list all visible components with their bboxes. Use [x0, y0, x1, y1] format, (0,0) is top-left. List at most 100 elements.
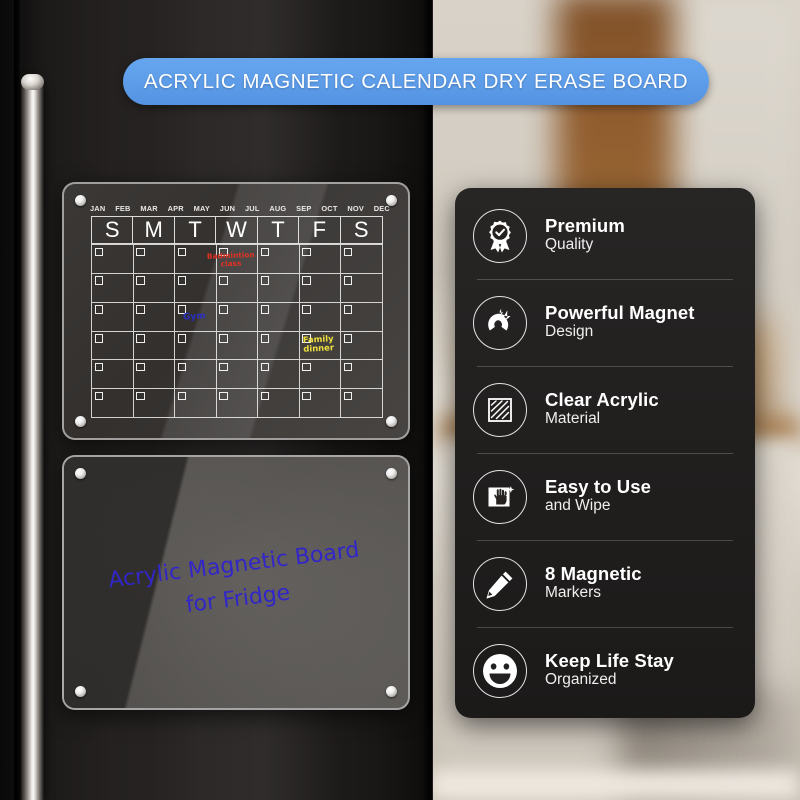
magnet-icon	[473, 295, 527, 350]
calendar-date-cell[interactable]	[133, 273, 176, 303]
feature-title: 8 Magnetic	[545, 562, 642, 584]
calendar-date-cell[interactable]	[258, 360, 300, 390]
calendar-date-cell[interactable]	[341, 302, 383, 332]
feature-title: Clear Acrylic	[545, 388, 659, 410]
month-label: AUG	[269, 204, 287, 213]
calendar-date-cell[interactable]	[133, 245, 176, 274]
month-label: OCT	[321, 204, 338, 213]
feature-item: Easy to Use and Wipe	[455, 453, 755, 540]
month-label: JUL	[244, 204, 260, 213]
month-label: MAR	[140, 204, 158, 213]
calendar-date-cell[interactable]	[175, 273, 217, 303]
calendar-date-cell[interactable]	[258, 331, 300, 361]
message-board-vignette	[64, 457, 408, 708]
feature-text: Keep Life Stay Organized	[545, 649, 674, 691]
calendar-date-cell[interactable]	[175, 331, 217, 361]
calendar-date-cell[interactable]	[175, 389, 217, 418]
feature-item: Keep Life Stay Organized	[455, 627, 755, 714]
calendar-date-grid	[91, 244, 383, 418]
fridge-handle-cap	[21, 74, 44, 90]
calendar-date-cell[interactable]	[92, 302, 134, 332]
day-of-week-label: W	[216, 217, 258, 243]
calendar-date-cell[interactable]	[92, 273, 134, 303]
calendar-date-cell[interactable]	[341, 360, 383, 390]
message-board-reflection	[64, 457, 408, 708]
feature-title: Premium	[545, 214, 625, 236]
feature-subtitle: and Wipe	[545, 497, 611, 515]
calendar-date-cell[interactable]	[216, 273, 259, 303]
feature-subtitle: Design	[545, 323, 594, 341]
feature-title: Easy to Use	[545, 475, 651, 497]
board-screw	[386, 416, 397, 427]
calendar-date-cell[interactable]	[175, 302, 217, 332]
board-screw	[75, 468, 86, 479]
month-label: JUN	[219, 204, 236, 213]
calendar-date-cell[interactable]	[133, 389, 176, 418]
calendar-date-cell[interactable]	[299, 331, 342, 361]
calendar-date-cell[interactable]	[216, 360, 259, 390]
product-marketing-image: ACRYLIC MAGNETIC CALENDAR DRY ERASE BOAR…	[0, 0, 800, 800]
month-label: FEB	[115, 204, 131, 213]
calendar-date-cell[interactable]	[299, 360, 342, 390]
calendar-date-cell[interactable]	[299, 245, 342, 274]
calendar-date-cell[interactable]	[258, 245, 300, 274]
calendar-date-cell[interactable]	[258, 273, 300, 303]
month-label: DEC	[373, 204, 390, 213]
feature-item: Clear Acrylic Material	[455, 366, 755, 453]
calendar-inner: JAN FEB MAR APR MAY JUN JUL AUG SEP OCT NOV DEC SMT…	[64, 184, 408, 438]
calendar-date-cell[interactable]	[341, 273, 383, 303]
calendar-date-cell[interactable]	[299, 389, 342, 418]
board-screw	[386, 195, 397, 206]
acrylic-calendar-board[interactable]: JAN FEB MAR APR MAY JUN JUL AUG SEP OCT NOV DEC SMT…	[62, 182, 410, 440]
door-seam	[14, 0, 21, 800]
board-screw	[75, 195, 86, 206]
calendar-date-cell[interactable]	[92, 360, 134, 390]
calendar-date-cell[interactable]	[299, 302, 342, 332]
feature-text: 8 Magnetic Markers	[545, 562, 642, 604]
calendar-date-cell[interactable]	[341, 331, 383, 361]
month-labels-row: JAN FEB MAR APR MAY JUN JUL AUG SEP OCT NOV DEC	[90, 204, 390, 213]
title-banner: ACRYLIC MAGNETIC CALENDAR DRY ERASE BOAR…	[123, 58, 709, 105]
feature-subtitle: Markers	[545, 584, 601, 602]
feature-text: Easy to Use and Wipe	[545, 475, 651, 517]
day-of-week-label: T	[175, 217, 217, 243]
calendar-date-cell[interactable]	[133, 302, 176, 332]
day-of-week-label: F	[299, 217, 341, 243]
kitchen-floor-light	[430, 770, 800, 800]
calendar-date-cell[interactable]	[216, 302, 259, 332]
wiping-hand-icon	[473, 469, 527, 524]
month-label: SEP	[296, 204, 312, 213]
feature-subtitle: Organized	[545, 671, 617, 689]
calendar-date-cell[interactable]	[341, 389, 383, 418]
feature-text: Premium Quality	[545, 214, 625, 256]
calendar-date-cell[interactable]	[216, 389, 259, 418]
calendar-date-cell[interactable]	[92, 389, 134, 418]
calendar-date-cell[interactable]	[258, 302, 300, 332]
calendar-date-cell[interactable]	[258, 389, 300, 418]
calendar-date-cell[interactable]	[175, 360, 217, 390]
calendar-date-cell[interactable]	[299, 273, 342, 303]
day-of-week-header: SMTWTFS	[91, 216, 383, 244]
day-of-week-label: S	[92, 217, 134, 243]
calendar-date-cell[interactable]	[175, 245, 217, 274]
calendar-date-cell[interactable]	[341, 245, 383, 274]
features-panel: Premium Quality Powerful Magnet Design Clear…	[455, 188, 755, 718]
award-badge-icon	[473, 208, 527, 263]
month-label: APR	[167, 204, 184, 213]
calendar-date-cell[interactable]	[216, 245, 259, 274]
feature-item: Premium Quality	[455, 192, 755, 279]
month-label: JAN	[90, 204, 106, 213]
calendar-date-cell[interactable]	[133, 360, 176, 390]
calendar-date-cell[interactable]	[133, 331, 176, 361]
feature-title: Keep Life Stay	[545, 649, 674, 671]
feature-item: Powerful Magnet Design	[455, 279, 755, 366]
calendar-date-cell[interactable]	[216, 331, 259, 361]
calendar-date-cell[interactable]	[92, 245, 134, 274]
month-label: NOV	[347, 204, 364, 213]
feature-subtitle: Quality	[545, 236, 594, 254]
banner-title: ACRYLIC MAGNETIC CALENDAR DRY ERASE BOAR…	[143, 69, 689, 93]
feature-text: Powerful Magnet Design	[545, 302, 695, 343]
board-screw	[75, 686, 86, 697]
acrylic-message-board[interactable]: Acrylic Magnetic Board for Fridge	[62, 455, 410, 710]
calendar-date-cell[interactable]	[92, 331, 134, 361]
